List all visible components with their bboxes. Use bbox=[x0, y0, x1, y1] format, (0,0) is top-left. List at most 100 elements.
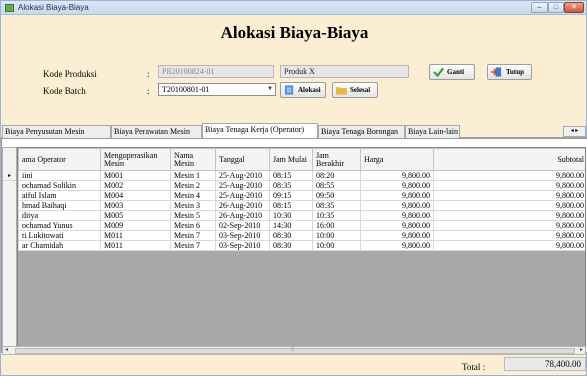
minimize-button[interactable]: – bbox=[531, 2, 548, 13]
cell-kode-mesin[interactable]: M004 bbox=[100, 190, 171, 201]
cell-nama-mesin[interactable]: Mesin 5 bbox=[170, 210, 216, 221]
cell-jam-mulai[interactable]: 08:30 bbox=[269, 230, 313, 241]
cell-jam-berakhir[interactable]: 08:20 bbox=[312, 170, 361, 181]
chevron-down-icon[interactable]: ▼ bbox=[267, 84, 273, 95]
cell-tanggal[interactable]: 02-Sep-2010 bbox=[215, 220, 270, 231]
cell-subtotal[interactable]: 9,800.00 bbox=[433, 230, 585, 241]
table-row[interactable]: iini M001 Mesin 1 25-Aug-2010 08:15 08:2… bbox=[18, 170, 585, 181]
cell-jam-berakhir[interactable]: 10:00 bbox=[312, 230, 361, 241]
horizontal-scrollbar[interactable]: ◂ ||| ▸ bbox=[2, 346, 586, 355]
cell-jam-mulai[interactable]: 08:30 bbox=[269, 240, 313, 251]
cell-harga[interactable]: 9,800.00 bbox=[360, 210, 434, 221]
ganti-button[interactable]: Ganti bbox=[429, 64, 475, 80]
cell-jam-berakhir[interactable]: 08:55 bbox=[312, 180, 361, 191]
tab-biaya-perawatan-mesin[interactable]: Biaya Perawatan Mesin bbox=[111, 125, 202, 138]
tab-biaya-tenaga-borongan[interactable]: Biaya Tenaga Borongan bbox=[318, 125, 405, 138]
cell-tanggal[interactable]: 25-Aug-2010 bbox=[215, 170, 270, 181]
cell-nama-operator[interactable]: ditya bbox=[18, 210, 101, 221]
cell-nama-operator[interactable]: iini bbox=[18, 170, 101, 181]
produk-field[interactable]: Produk X bbox=[280, 65, 409, 78]
cell-kode-mesin[interactable]: M003 bbox=[100, 200, 171, 211]
cell-nama-operator[interactable]: aiful Islam bbox=[18, 190, 101, 201]
tab-biaya-penyusutan-mesin[interactable]: Biaya Penyusutan Mesin bbox=[2, 125, 111, 138]
cell-nama-operator[interactable]: ti Lukitowati bbox=[18, 230, 101, 241]
cell-harga[interactable]: 9,800.00 bbox=[360, 240, 434, 251]
cell-tanggal[interactable]: 03-Sep-2010 bbox=[215, 230, 270, 241]
table-row[interactable]: hmad Baihaqi M003 Mesin 3 26-Aug-2010 08… bbox=[18, 200, 585, 211]
cell-nama-mesin[interactable]: Mesin 4 bbox=[170, 190, 216, 201]
cell-nama-mesin[interactable]: Mesin 1 bbox=[170, 170, 216, 181]
cell-jam-mulai[interactable]: 10:30 bbox=[269, 210, 313, 221]
cell-nama-mesin[interactable]: Mesin 7 bbox=[170, 230, 216, 241]
cell-harga[interactable]: 9,800.00 bbox=[360, 170, 434, 181]
cell-harga[interactable]: 9,800.00 bbox=[360, 200, 434, 211]
scroll-right-arrow[interactable]: ▸ bbox=[580, 347, 583, 354]
cell-nama-mesin[interactable]: Mesin 6 bbox=[170, 220, 216, 231]
cell-kode-mesin[interactable]: M011 bbox=[100, 230, 171, 241]
cell-nama-mesin[interactable]: Mesin 7 bbox=[170, 240, 216, 251]
cell-jam-mulai[interactable]: 08:35 bbox=[269, 180, 313, 191]
cell-harga[interactable]: 9,800.00 bbox=[360, 180, 434, 191]
cell-subtotal[interactable]: 9,800.00 bbox=[433, 170, 585, 181]
cell-harga[interactable]: 9,800.00 bbox=[360, 190, 434, 201]
cell-jam-berakhir[interactable]: 10:35 bbox=[312, 210, 361, 221]
cell-nama-operator[interactable]: ar Chamidah bbox=[18, 240, 101, 251]
kode-produksi-field[interactable]: PR20100824-01 bbox=[158, 65, 274, 78]
cell-subtotal[interactable]: 9,800.00 bbox=[433, 240, 585, 251]
table-row[interactable]: ochamad Yunus M009 Mesin 6 02-Sep-2010 1… bbox=[18, 220, 585, 231]
cell-nama-operator[interactable]: hmad Baihaqi bbox=[18, 200, 101, 211]
table-row[interactable]: ochamad Solikin M002 Mesin 2 25-Aug-2010… bbox=[18, 180, 585, 191]
alokasi-button[interactable]: Alokasi bbox=[280, 82, 326, 98]
cell-tanggal[interactable]: 25-Aug-2010 bbox=[215, 190, 270, 201]
col-harga[interactable]: Harga bbox=[360, 148, 434, 171]
cell-nama-operator[interactable]: ochamad Yunus bbox=[18, 220, 101, 231]
cell-subtotal[interactable]: 9,800.00 bbox=[433, 220, 585, 231]
cell-kode-mesin[interactable]: M011 bbox=[100, 240, 171, 251]
cell-kode-mesin[interactable]: M005 bbox=[100, 210, 171, 221]
tab-biaya-lain-lain[interactable]: Biaya Lain-lain bbox=[405, 125, 460, 138]
cell-jam-berakhir[interactable]: 10:00 bbox=[312, 240, 361, 251]
cell-tanggal[interactable]: 25-Aug-2010 bbox=[215, 180, 270, 191]
cell-jam-berakhir[interactable]: 08:35 bbox=[312, 200, 361, 211]
table-row[interactable]: aiful Islam M004 Mesin 4 25-Aug-2010 09:… bbox=[18, 190, 585, 201]
cell-harga[interactable]: 9,800.00 bbox=[360, 230, 434, 241]
cell-jam-mulai[interactable]: 08:15 bbox=[269, 170, 313, 181]
operator-cost-grid[interactable]: ama Operator Mengoperasikan Mesin Nama M… bbox=[17, 147, 586, 347]
col-mengoperasikan-mesin[interactable]: Mengoperasikan Mesin bbox=[100, 148, 171, 171]
selesai-button[interactable]: Selesai bbox=[332, 82, 378, 98]
cell-jam-mulai[interactable]: 09:15 bbox=[269, 190, 313, 201]
col-tanggal[interactable]: Tanggal bbox=[215, 148, 270, 171]
col-nama-operator[interactable]: ama Operator bbox=[18, 148, 101, 171]
table-row[interactable]: ti Lukitowati M011 Mesin 7 03-Sep-2010 0… bbox=[18, 230, 585, 241]
cell-jam-mulai[interactable]: 08:15 bbox=[269, 200, 313, 211]
cell-harga[interactable]: 9,800.00 bbox=[360, 220, 434, 231]
cell-subtotal[interactable]: 9,800.00 bbox=[433, 180, 585, 191]
scroll-left-arrow[interactable]: ◂ bbox=[5, 347, 8, 354]
cell-jam-berakhir[interactable]: 16:00 bbox=[312, 220, 361, 231]
kode-batch-combobox[interactable]: T20100801-01 ▼ bbox=[158, 83, 276, 96]
table-row[interactable]: ar Chamidah M011 Mesin 7 03-Sep-2010 08:… bbox=[18, 240, 585, 251]
maximize-button[interactable]: □ bbox=[548, 2, 564, 13]
col-subtotal[interactable]: Subtotal bbox=[433, 148, 585, 171]
table-row[interactable]: ditya M005 Mesin 5 26-Aug-2010 10:30 10:… bbox=[18, 210, 585, 221]
cell-nama-mesin[interactable]: Mesin 3 bbox=[170, 200, 216, 211]
cell-tanggal[interactable]: 03-Sep-2010 bbox=[215, 240, 270, 251]
col-jam-berakhir[interactable]: Jam Berakhir bbox=[312, 148, 361, 171]
cell-jam-berakhir[interactable]: 09:50 bbox=[312, 190, 361, 201]
tab-biaya-tenaga-kerja[interactable]: Biaya Tenaga Kerja (Operator) bbox=[202, 123, 318, 139]
cell-tanggal[interactable]: 26-Aug-2010 bbox=[215, 210, 270, 221]
cell-subtotal[interactable]: 9,800.00 bbox=[433, 210, 585, 221]
cell-kode-mesin[interactable]: M001 bbox=[100, 170, 171, 181]
cell-nama-operator[interactable]: ochamad Solikin bbox=[18, 180, 101, 191]
scrollbar-thumb[interactable]: ||| bbox=[15, 347, 575, 354]
cell-kode-mesin[interactable]: M009 bbox=[100, 220, 171, 231]
cell-subtotal[interactable]: 9,800.00 bbox=[433, 200, 585, 211]
cell-tanggal[interactable]: 26-Aug-2010 bbox=[215, 200, 270, 211]
tutup-button[interactable]: Tutup bbox=[487, 64, 532, 80]
close-button[interactable]: ✕ bbox=[564, 2, 584, 13]
col-nama-mesin[interactable]: Nama Mesin bbox=[170, 148, 216, 171]
cell-subtotal[interactable]: 9,800.00 bbox=[433, 190, 585, 201]
cell-nama-mesin[interactable]: Mesin 2 bbox=[170, 180, 216, 191]
col-jam-mulai[interactable]: Jam Mulai bbox=[269, 148, 313, 171]
cell-kode-mesin[interactable]: M002 bbox=[100, 180, 171, 191]
